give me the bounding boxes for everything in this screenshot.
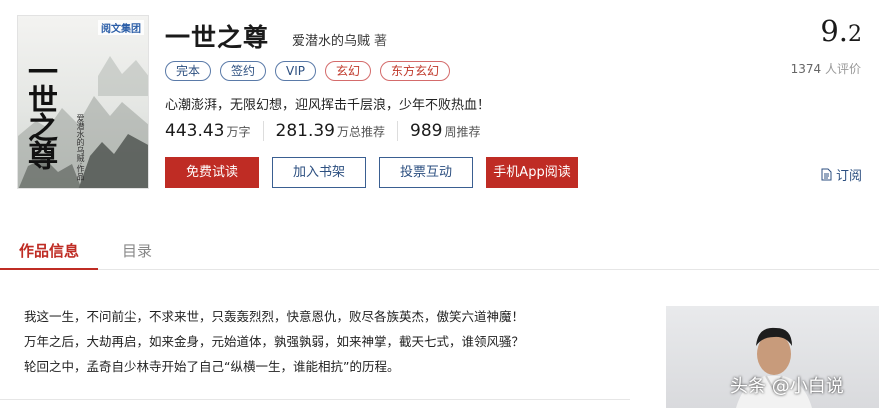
description-line: 万年之后，大劫再启，如来金身，元始道体，孰强孰弱，如来神掌，截天七式，谁领风骚？ — [24, 334, 525, 349]
author-line: 爱潜水的乌贼著 — [292, 30, 387, 49]
book-stats: 443.43 万字 281.39 万总推荐 989 周推荐 — [165, 121, 504, 141]
tab-book-info[interactable]: 作品信息 — [0, 240, 99, 270]
tag-list: 完本 签约 VIP 玄幻 东方玄幻 — [165, 61, 451, 81]
rating-count-value: 1374 — [790, 62, 822, 76]
rating-count: 1374 人评价 — [791, 60, 861, 77]
book-title: 一世之尊 — [165, 23, 270, 52]
rating-count-suffix: 人评价 — [824, 62, 861, 76]
word-count-unit: 万字 — [226, 125, 251, 139]
weekly-recommend-stat: 989 周推荐 — [410, 121, 492, 141]
document-icon — [821, 168, 832, 181]
book-tagline: 心潮澎湃，无限幻想，迎风挥击千层浪，少年不败热血！ — [165, 98, 491, 113]
tag-signed[interactable]: 签约 — [220, 61, 267, 81]
rating-score-dec: 2 — [848, 22, 862, 47]
rating-score: 9.2 — [820, 14, 862, 48]
weekly-recommend-unit: 周推荐 — [444, 125, 481, 139]
watermark-text: 头条 @小白说 — [730, 376, 844, 397]
total-recommend-unit: 万总推荐 — [336, 125, 385, 139]
author-name-link[interactable]: 爱潜水的乌贼 — [292, 34, 370, 49]
total-recommend-stat: 281.39 万总推荐 — [275, 121, 398, 141]
tab-catalog[interactable]: 目录 — [122, 240, 152, 261]
total-recommend-value: 281.39 — [275, 121, 335, 141]
subscribe-label: 订阅 — [835, 169, 862, 184]
word-count-value: 443.43 — [165, 121, 225, 141]
rating-score-int: 9. — [820, 14, 848, 48]
free-read-button[interactable]: 免费试读 — [165, 157, 259, 188]
author-suffix: 著 — [374, 34, 388, 49]
book-cover[interactable]: 阅文集团 一世之尊 爱潜水的乌贼·作品 — [17, 15, 149, 189]
cover-title: 一世之尊 — [22, 56, 57, 168]
add-to-shelf-button[interactable]: 加入书架 — [272, 157, 366, 188]
tab-bar: 作品信息 目录 — [0, 230, 879, 270]
vote-button[interactable]: 投票互动 — [379, 157, 473, 188]
word-count-stat: 443.43 万字 — [165, 121, 264, 141]
tag-genre[interactable]: 玄幻 — [325, 61, 372, 81]
book-description: 我这一生，不问前尘，不求来世，只轰轰烈烈，快意恩仇，败尽各族英杰，傲笑六道神魔！… — [24, 304, 524, 379]
subscribe-link[interactable]: 订阅 — [821, 165, 862, 184]
app-read-button[interactable]: 手机App阅读 — [486, 157, 578, 188]
description-line: 轮回之中，孟奇自少林寺开始了自己“纵横一生，谁能相抗”的历程。 — [24, 359, 400, 374]
weekly-recommend-value: 989 — [410, 121, 443, 141]
cover-author: 爱潜水的乌贼·作品 — [76, 114, 85, 181]
action-bar: 免费试读 加入书架 投票互动 手机App阅读 — [165, 157, 591, 188]
divider — [0, 399, 630, 400]
description-line: 我这一生，不问前尘，不求来世，只轰轰烈烈，快意恩仇，败尽各族英杰，傲笑六道神魔！ — [24, 309, 525, 324]
tag-status[interactable]: 完本 — [165, 61, 212, 81]
publisher-badge: 阅文集团 — [98, 20, 144, 35]
tag-vip[interactable]: VIP — [275, 61, 317, 81]
tag-subgenre[interactable]: 东方玄幻 — [380, 61, 451, 81]
